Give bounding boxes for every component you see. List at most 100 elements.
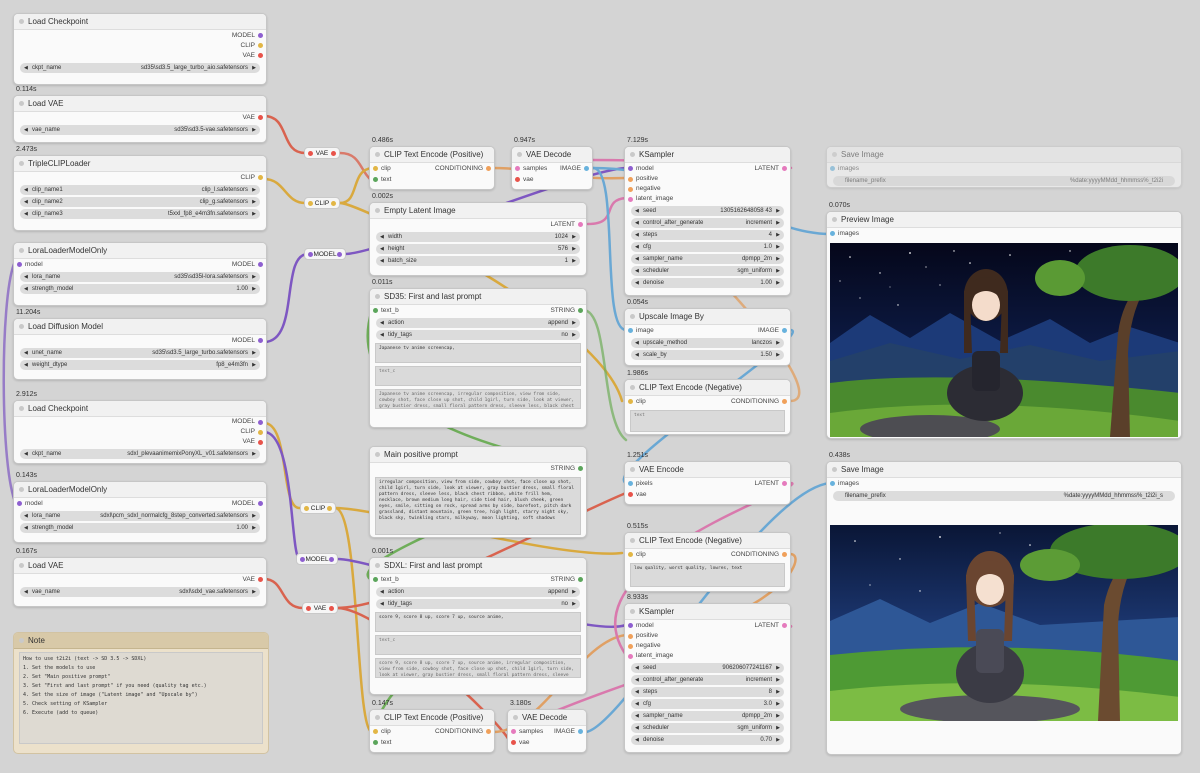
- text-b-input-pin[interactable]: [373, 577, 378, 582]
- lora-name-widget[interactable]: ◀ lora_name sd35\sd35l-lora.safetensors ▶: [20, 272, 260, 282]
- filename-prefix-widget[interactable]: filename_prefix %date:yyyyMMdd_hhmmss%_t2…: [833, 176, 1175, 186]
- clip-text-encode-negative-node[interactable]: CLIP Text Encode (Negative) clip CONDITIO…: [624, 532, 791, 592]
- vae-input-pin[interactable]: [628, 492, 633, 497]
- text-a-textarea[interactable]: Japanese tv anime screencap,: [375, 343, 581, 363]
- load-diffusion-model-node[interactable]: Load Diffusion Model MODEL ◀ unet_name sd3…: [13, 318, 267, 380]
- text-input-pin[interactable]: [373, 177, 378, 182]
- string-output-pin[interactable]: [578, 308, 583, 313]
- model-output-pin[interactable]: [258, 262, 263, 267]
- seed-widget[interactable]: ◀ seed 906206077241167 ▶: [631, 663, 784, 673]
- vae-name-widget[interactable]: ◀ vae_name sdxl\sdxl_vae.safetensors ▶: [20, 587, 260, 597]
- conditioning-output-pin[interactable]: [486, 729, 491, 734]
- string-output-pin[interactable]: [578, 466, 583, 471]
- vae-encode-node[interactable]: VAE Encode pixels LATENT vae: [624, 461, 791, 505]
- clip-text-encode-positive-node[interactable]: CLIP Text Encode (Positive) clip CONDITIO…: [369, 709, 495, 753]
- conditioning-output-pin[interactable]: [782, 399, 787, 404]
- clip-text-encode-positive-node[interactable]: CLIP Text Encode (Positive) clip CONDITIO…: [369, 146, 495, 190]
- text-b-input-pin[interactable]: [373, 308, 378, 313]
- latent-output-pin[interactable]: [578, 222, 583, 227]
- steps-widget[interactable]: ◀ steps 4 ▶: [631, 230, 784, 240]
- vae-name-widget[interactable]: ◀ vae_name sd35\sd3.5-vae.safetensors ▶: [20, 125, 260, 135]
- clip-name1-widget[interactable]: ◀ clip_name1 clip_l.safetensors ▶: [20, 185, 260, 195]
- clip-output-pin[interactable]: [258, 430, 263, 435]
- images-input-pin[interactable]: [830, 231, 835, 236]
- scheduler-widget[interactable]: ◀ scheduler sgm_uniform ▶: [631, 723, 784, 733]
- weight-dtype-widget[interactable]: ◀ weight_dtype fp8_e4m3fn ▶: [20, 360, 260, 370]
- text-a-textarea[interactable]: score 9, score 8 up, score 7 up, source …: [375, 612, 581, 632]
- sd35-first-last-prompt-node[interactable]: SD35: First and last prompt text_b STRING…: [369, 288, 587, 428]
- prompt-textarea[interactable]: irregular composition, view from side, c…: [375, 477, 581, 535]
- vae-decode-node[interactable]: VAE Decode samples IMAGE vae: [511, 146, 593, 190]
- vae-decode-node[interactable]: VAE Decode samples IMAGE vae: [507, 709, 587, 753]
- images-input-pin[interactable]: [830, 166, 835, 171]
- upscale-image-by-node[interactable]: Upscale Image By image IMAGE ◀ upscale_met…: [624, 308, 791, 366]
- latent-image-input-pin[interactable]: [628, 654, 633, 659]
- batch-size-widget[interactable]: ◀ batch_size 1 ▶: [376, 256, 580, 266]
- latent-image-input-pin[interactable]: [628, 197, 633, 202]
- samples-input-pin[interactable]: [515, 166, 520, 171]
- control-after-generate-widget[interactable]: ◀ control_after_generate increment ▶: [631, 218, 784, 228]
- latent-output-pin[interactable]: [782, 481, 787, 486]
- vae-output-pin[interactable]: [258, 440, 263, 445]
- filename-prefix-widget[interactable]: filename_prefix %date:yyyyMMdd_hhmmss%_t2…: [833, 491, 1175, 501]
- clip-input-pin[interactable]: [373, 166, 378, 171]
- clip-name3-widget[interactable]: ◀ clip_name3 t5xxl_fp8_e4m3fn.safetensors ▶: [20, 209, 260, 219]
- model-output-pin[interactable]: [258, 420, 263, 425]
- clip-input-pin[interactable]: [628, 399, 633, 404]
- reroute-vae[interactable]: VAE: [304, 147, 340, 159]
- control-after-generate-widget[interactable]: ◀ control_after_generate increment ▶: [631, 675, 784, 685]
- lora-name-widget[interactable]: ◀ lora_name sdxl\pcm_sdxl_normalcfg_8step_…: [20, 511, 260, 521]
- load-checkpoint-node[interactable]: Load Checkpoint MODEL CLIP VAE ◀ ckpt_nam…: [13, 400, 267, 464]
- scale-by-widget[interactable]: ◀ scale_by 1.50 ▶: [631, 350, 784, 360]
- tidy-tags-widget[interactable]: ◀ tidy_tags no ▶: [376, 599, 580, 609]
- model-output-pin[interactable]: [258, 338, 263, 343]
- strength-model-widget[interactable]: ◀ strength_model 1.00 ▶: [20, 523, 260, 533]
- model-output-pin[interactable]: [258, 501, 263, 506]
- model-input-pin[interactable]: [628, 166, 633, 171]
- denoise-widget[interactable]: ◀ denoise 1.00 ▶: [631, 278, 784, 288]
- load-vae-node[interactable]: Load VAE VAE ◀ vae_name sd35\sd3.5-vae.saf…: [13, 95, 267, 143]
- sampler-name-widget[interactable]: ◀ sampler_name dpmpp_2m ▶: [631, 254, 784, 264]
- model-input-pin[interactable]: [628, 623, 633, 628]
- clip-name2-widget[interactable]: ◀ clip_name2 clip_g.safetensors ▶: [20, 197, 260, 207]
- output-preview-textarea[interactable]: Japanese tv anime screencap, irregular c…: [375, 389, 581, 409]
- string-output-pin[interactable]: [578, 577, 583, 582]
- samples-input-pin[interactable]: [511, 729, 516, 734]
- reroute-clip[interactable]: CLIP: [304, 197, 340, 209]
- latent-output-pin[interactable]: [782, 166, 787, 171]
- image-output-pin[interactable]: [782, 328, 787, 333]
- ksampler-node[interactable]: KSampler model LATENT positive negative l…: [624, 603, 791, 753]
- clip-input-pin[interactable]: [373, 729, 378, 734]
- negative-input-pin[interactable]: [628, 187, 633, 192]
- model-input-pin[interactable]: [17, 262, 22, 267]
- main-positive-prompt-node[interactable]: Main positive prompt STRING irregular co…: [369, 446, 587, 538]
- conditioning-output-pin[interactable]: [782, 552, 787, 557]
- clip-text-encode-negative-node[interactable]: CLIP Text Encode (Negative) clip CONDITIO…: [624, 379, 791, 435]
- reroute-vae[interactable]: VAE: [302, 602, 338, 614]
- upscale-method-widget[interactable]: ◀ upscale_method lanczos ▶: [631, 338, 784, 348]
- conditioning-output-pin[interactable]: [486, 166, 491, 171]
- steps-widget[interactable]: ◀ steps 8 ▶: [631, 687, 784, 697]
- preview-image-node[interactable]: Preview Image images: [826, 211, 1182, 439]
- ksampler-node[interactable]: KSampler model LATENT positive negative l…: [624, 146, 791, 296]
- clip-output-pin[interactable]: [258, 43, 263, 48]
- output-preview-textarea[interactable]: score 9, score 8 up, score 7 up, source …: [375, 658, 581, 678]
- image-output-pin[interactable]: [578, 729, 583, 734]
- positive-input-pin[interactable]: [628, 177, 633, 182]
- height-widget[interactable]: ◀ height 576 ▶: [376, 244, 580, 254]
- clip-output-pin[interactable]: [258, 175, 263, 180]
- pixels-input-pin[interactable]: [628, 481, 633, 486]
- image-output-pin[interactable]: [584, 166, 589, 171]
- note-node[interactable]: Note How to use t2i2i (text -> SD 3.5 ->…: [13, 632, 269, 754]
- save-image-node[interactable]: Save Image images filename_prefix %date:y…: [826, 146, 1182, 188]
- width-widget[interactable]: ◀ width 1024 ▶: [376, 232, 580, 242]
- text-textarea[interactable]: low quality, worst quality, lowres, text: [630, 563, 785, 587]
- seed-widget[interactable]: ◀ seed 1305162648058 43 ▶: [631, 206, 784, 216]
- tidy-tags-widget[interactable]: ◀ tidy_tags no ▶: [376, 330, 580, 340]
- cfg-widget[interactable]: ◀ cfg 1.0 ▶: [631, 242, 784, 252]
- scheduler-widget[interactable]: ◀ scheduler sgm_uniform ▶: [631, 266, 784, 276]
- images-input-pin[interactable]: [830, 481, 835, 486]
- sdxl-first-last-prompt-node[interactable]: SDXL: First and last prompt text_b STRING…: [369, 557, 587, 695]
- vae-input-pin[interactable]: [515, 177, 520, 182]
- reroute-clip[interactable]: CLIP: [300, 502, 336, 514]
